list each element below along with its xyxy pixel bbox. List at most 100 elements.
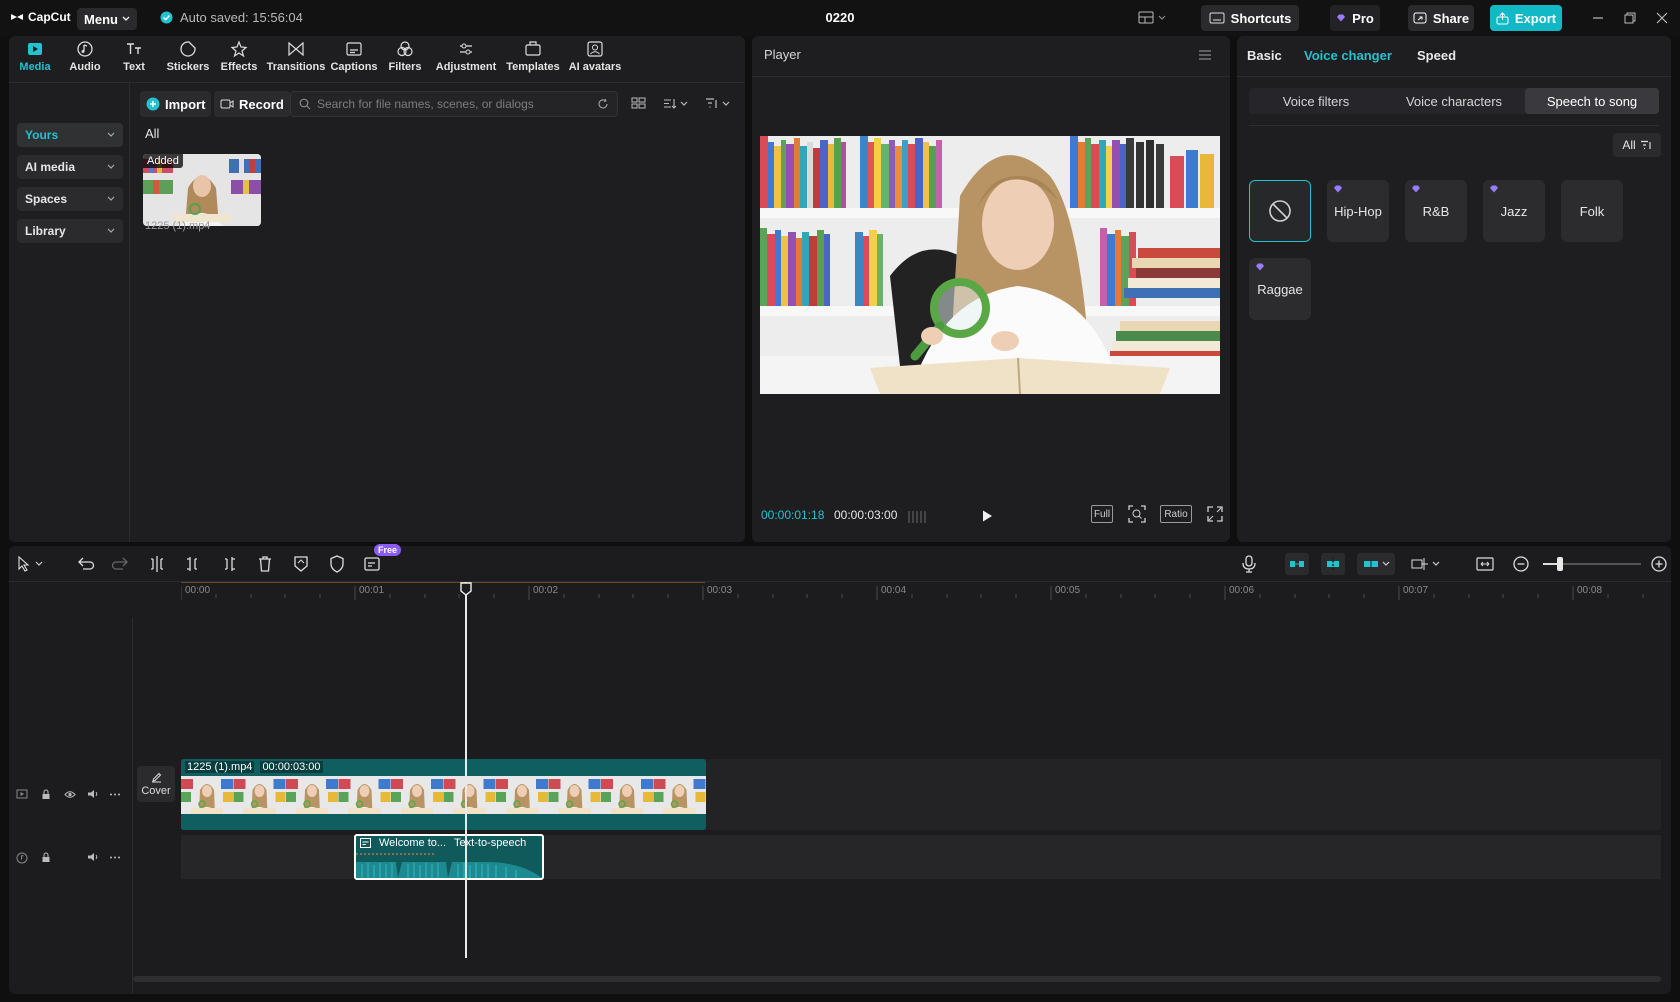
menu-button[interactable]: Menu — [77, 8, 137, 30]
segment-voice-filters[interactable]: Voice filters — [1249, 88, 1383, 114]
media-search[interactable] — [290, 91, 618, 117]
player-divider — [752, 76, 1230, 77]
marker-icon[interactable] — [291, 554, 311, 574]
split-icon[interactable] — [147, 554, 167, 574]
zoom-out-icon[interactable] — [1511, 554, 1531, 574]
preview-axis-button[interactable] — [1357, 553, 1395, 575]
camera-icon — [220, 98, 234, 110]
grid-view-icon[interactable] — [631, 97, 646, 110]
delete-icon[interactable] — [255, 554, 275, 574]
play-icon[interactable] — [980, 509, 994, 523]
zoom-in-icon[interactable] — [1649, 554, 1669, 574]
chevron-down-icon — [107, 196, 115, 202]
sort-button[interactable] — [663, 97, 688, 110]
timeline-ruler[interactable] — [181, 582, 1661, 602]
fullscreen-icon[interactable] — [1207, 506, 1223, 522]
linkage-button[interactable] — [1321, 553, 1345, 575]
voice-jazz[interactable]: Jazz — [1483, 180, 1545, 242]
timeline-scrollbar[interactable] — [133, 976, 1661, 982]
more-icon[interactable] — [109, 793, 121, 796]
sidebar-item-spaces[interactable]: Spaces — [17, 187, 123, 211]
caption-icon — [360, 838, 371, 848]
tab-label: Templates — [506, 61, 560, 73]
tab-text[interactable]: Text — [119, 40, 149, 80]
search-input[interactable] — [317, 97, 591, 111]
timecode-grid-icon[interactable] — [908, 510, 928, 524]
tab-stickers[interactable]: Stickers — [167, 40, 209, 80]
media-thumbnail[interactable]: Added — [143, 154, 261, 226]
tab-speed[interactable]: Speed — [1417, 48, 1456, 63]
voice-rnb[interactable]: R&B — [1405, 180, 1467, 242]
tab-ai-avatars[interactable]: AI avatars — [567, 40, 623, 80]
layout-button[interactable] — [1138, 11, 1166, 24]
tab-effects[interactable]: Effects — [221, 40, 257, 80]
lock-icon[interactable] — [41, 852, 51, 863]
playhead[interactable] — [465, 582, 467, 958]
tab-transitions[interactable]: Transitions — [267, 40, 325, 80]
split-left-icon[interactable] — [183, 554, 203, 574]
ruler-label: 00:02 — [533, 585, 558, 596]
voice-raggae[interactable]: Raggae — [1249, 258, 1311, 320]
sidebar-item-label: Library — [25, 224, 66, 238]
zoom-slider[interactable] — [1543, 563, 1641, 565]
minimize-icon[interactable] — [1590, 10, 1606, 26]
redo-icon[interactable] — [111, 554, 131, 574]
record-button[interactable]: Record — [214, 91, 290, 117]
voice-folk[interactable]: Folk — [1561, 180, 1623, 242]
split-right-icon[interactable] — [219, 554, 239, 574]
pencil-icon — [151, 772, 162, 783]
cover-button[interactable]: Cover — [137, 766, 175, 802]
import-button[interactable]: Import — [140, 91, 211, 117]
undo-icon[interactable] — [75, 554, 95, 574]
tab-filters[interactable]: Filters — [387, 40, 423, 80]
segment-speech-to-song[interactable]: Speech to song — [1525, 88, 1659, 114]
sidebar-item-yours[interactable]: Yours — [17, 123, 123, 147]
magnet-snap-button[interactable] — [1285, 553, 1309, 575]
filter-all-label[interactable]: All — [145, 126, 159, 141]
speaker-icon[interactable] — [87, 789, 99, 799]
voice-hip-hop[interactable]: Hip-Hop — [1327, 180, 1389, 242]
tab-label: Audio — [69, 61, 100, 73]
fit-timeline-icon[interactable] — [1475, 554, 1495, 574]
tab-templates[interactable]: Templates — [505, 40, 561, 80]
sidebar-item-library[interactable]: Library — [17, 219, 123, 243]
close-icon[interactable] — [1654, 10, 1670, 26]
ruler-label: 00:05 — [1055, 585, 1080, 596]
pro-button[interactable]: Pro — [1330, 5, 1380, 31]
hamburger-icon[interactable] — [1198, 49, 1212, 61]
tts-audio-clip[interactable]: Welcome to... Text-to-speech — [354, 834, 544, 880]
shortcuts-button[interactable]: Shortcuts — [1201, 5, 1299, 31]
ratio-button[interactable]: Ratio — [1160, 505, 1192, 523]
all-filter-button[interactable]: All — [1613, 133, 1661, 157]
restore-icon[interactable] — [1622, 10, 1638, 26]
microphone-icon[interactable] — [1239, 554, 1259, 574]
tab-media[interactable]: Media — [17, 40, 53, 80]
lock-icon[interactable] — [41, 789, 51, 800]
tab-basic[interactable]: Basic — [1247, 48, 1282, 63]
video-preview[interactable] — [760, 136, 1220, 394]
tab-audio[interactable]: Audio — [67, 40, 103, 80]
zoom-fit-icon[interactable] — [1128, 505, 1146, 523]
shield-icon[interactable] — [327, 554, 347, 574]
video-clip[interactable]: 1225 (1).mp4 00:00:03:00 — [181, 759, 706, 830]
capcut-logo-icon — [10, 12, 24, 22]
segment-voice-characters[interactable]: Voice characters — [1385, 88, 1523, 114]
filter-button[interactable] — [705, 97, 730, 110]
speaker-icon[interactable] — [87, 852, 99, 862]
align-button[interactable] — [1405, 554, 1445, 574]
tab-voice-changer[interactable]: Voice changer — [1304, 48, 1392, 63]
full-button[interactable]: Full — [1091, 505, 1113, 523]
playhead-handle-icon[interactable] — [460, 582, 472, 596]
sidebar-item-ai-media[interactable]: AI media — [17, 155, 123, 179]
zoom-slider-thumb[interactable] — [1557, 557, 1563, 571]
auto-caption-button[interactable] — [363, 554, 383, 574]
share-button[interactable]: Share — [1408, 5, 1474, 31]
voice-label: Hip-Hop — [1334, 204, 1382, 219]
export-button[interactable]: Export — [1490, 5, 1562, 31]
more-icon[interactable] — [109, 856, 121, 859]
voice-none[interactable] — [1249, 180, 1311, 242]
tab-captions[interactable]: Captions — [331, 40, 377, 80]
tab-adjustment[interactable]: Adjustment — [435, 40, 497, 80]
eye-icon[interactable] — [64, 790, 76, 799]
select-tool-button[interactable] — [17, 554, 53, 574]
